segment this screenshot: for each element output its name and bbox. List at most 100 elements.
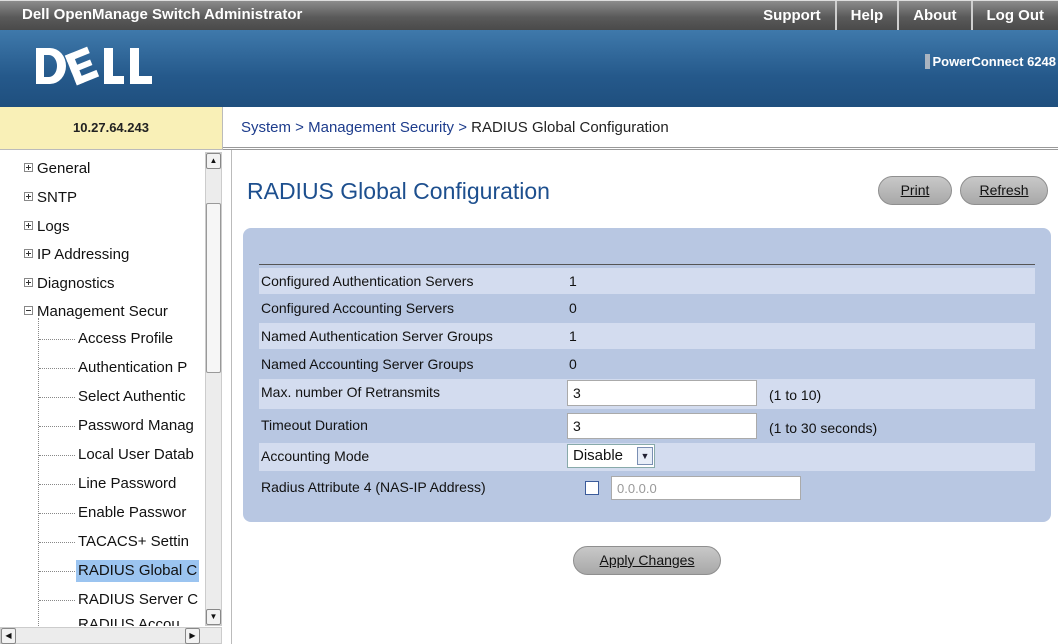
support-link[interactable]: Support: [749, 1, 835, 31]
field-label: Max. number Of Retransmits: [261, 384, 440, 400]
chevron-down-icon[interactable]: ▼: [637, 447, 653, 465]
field-value: 1: [569, 328, 577, 344]
max-retransmits-input[interactable]: [567, 380, 757, 406]
row-named-acct-groups: Named Accounting Server Groups 0: [259, 351, 1035, 377]
tree-branch-line: [39, 339, 75, 340]
tree-node-label: IP Addressing: [37, 246, 130, 263]
switch-ip-address: 10.27.64.243: [0, 107, 223, 150]
breadcrumb-current: RADIUS Global Configuration: [471, 119, 669, 136]
row-accounting-mode: Accounting Mode Disable ▼: [259, 443, 1035, 471]
product-name: PowerConnect 6248: [925, 54, 1056, 69]
nas-ip-checkbox[interactable]: [585, 481, 599, 495]
expand-plus-icon[interactable]: [24, 277, 33, 287]
tree-branch-line: [39, 571, 75, 572]
field-value: 1: [569, 273, 577, 289]
page-title: RADIUS Global Configuration: [247, 178, 550, 204]
print-button[interactable]: Print: [878, 176, 952, 205]
top-links: Support Help About Log Out: [749, 1, 1058, 31]
tree-branch-line: [39, 368, 75, 369]
tree-item-radius-global-config[interactable]: RADIUS Global C: [76, 560, 200, 582]
expand-plus-icon[interactable]: [24, 191, 33, 201]
settings-panel: Configured Authentication Servers 1 Conf…: [243, 228, 1051, 522]
breadcrumb-bar: System > Management Security > RADIUS Gl…: [223, 107, 1058, 150]
breadcrumb-management-security[interactable]: Management Security: [308, 119, 454, 136]
expand-plus-icon[interactable]: [24, 248, 33, 258]
tree-branch-line: [39, 600, 75, 601]
tree-node-label: General: [37, 160, 91, 177]
field-label: Radius Attribute 4 (NAS-IP Address): [261, 479, 486, 495]
tree-node-ip-addressing[interactable]: IP Addressing: [24, 244, 129, 266]
app-window: Dell OpenManage Switch Administrator Sup…: [0, 0, 1058, 644]
field-label: Configured Accounting Servers: [261, 300, 454, 316]
range-hint: (1 to 10): [769, 387, 822, 403]
tree-guide-line: [38, 318, 39, 626]
tree-item-enable-password[interactable]: Enable Passwor: [78, 502, 186, 524]
tree-node-diagnostics[interactable]: Diagnostics: [24, 273, 115, 295]
expand-plus-icon[interactable]: [24, 220, 33, 230]
logout-link[interactable]: Log Out: [970, 1, 1058, 31]
tree-item-tacacs-settings[interactable]: TACACS+ Settin: [78, 531, 189, 553]
row-configured-acct-servers: Configured Accounting Servers 0: [259, 295, 1035, 321]
row-timeout-duration: Timeout Duration (1 to 30 seconds): [259, 412, 1035, 442]
breadcrumb-separator: >: [454, 119, 472, 136]
field-label: Named Authentication Server Groups: [261, 328, 493, 344]
tree-node-label: Diagnostics: [37, 275, 115, 292]
tree-branch-line: [39, 455, 75, 456]
apply-changes-button[interactable]: Apply Changes: [573, 546, 721, 575]
tree-item-select-authentication[interactable]: Select Authentic: [78, 386, 186, 408]
top-bar: Dell OpenManage Switch Administrator Sup…: [0, 0, 1058, 31]
breadcrumb-system[interactable]: System: [241, 119, 291, 136]
scroll-down-arrow-icon[interactable]: ▼: [206, 609, 221, 625]
tree-item-radius-accounting[interactable]: RADIUS Accou: [78, 614, 180, 626]
tree-item-password-management[interactable]: Password Manag: [78, 415, 194, 437]
row-max-retransmits: Max. number Of Retransmits (1 to 10): [259, 379, 1035, 409]
timeout-duration-input[interactable]: [567, 413, 757, 439]
scroll-left-arrow-icon[interactable]: ◀: [1, 628, 16, 644]
tree-node-logs[interactable]: Logs: [24, 216, 70, 238]
accounting-mode-value: Disable: [573, 447, 624, 464]
nav-tree: General SNTP Logs IP Addressing Diagnost…: [0, 150, 206, 626]
field-label: Accounting Mode: [261, 448, 370, 464]
scroll-up-arrow-icon[interactable]: ▲: [206, 153, 221, 169]
field-value: 0: [569, 356, 577, 372]
about-link[interactable]: About: [897, 1, 970, 31]
tree-branch-line: [39, 542, 75, 543]
sidebar-horizontal-scrollbar[interactable]: ◀ ▶: [0, 627, 222, 644]
dell-logo: [36, 46, 152, 86]
row-radius-attribute-4: Radius Attribute 4 (NAS-IP Address) 0.0.…: [259, 474, 1035, 504]
expand-plus-icon[interactable]: [24, 162, 33, 172]
breadcrumb: System > Management Security > RADIUS Gl…: [241, 119, 669, 136]
tree-node-sntp[interactable]: SNTP: [24, 187, 77, 209]
tree-node-general[interactable]: General: [24, 158, 90, 180]
scroll-thumb[interactable]: [206, 203, 221, 373]
field-label: Named Accounting Server Groups: [261, 356, 474, 372]
field-label: Timeout Duration: [261, 417, 368, 433]
tree-item-line-password[interactable]: Line Password: [78, 473, 176, 495]
row-named-auth-groups: Named Authentication Server Groups 1: [259, 323, 1035, 349]
sidebar: General SNTP Logs IP Addressing Diagnost…: [0, 150, 232, 644]
tree-branch-line: [39, 397, 75, 398]
range-hint: (1 to 30 seconds): [769, 420, 878, 436]
refresh-button[interactable]: Refresh: [960, 176, 1048, 205]
tree-item-access-profile[interactable]: Access Profile: [78, 328, 173, 350]
field-value: 0: [569, 300, 577, 316]
tree-node-management-security[interactable]: Management Secur: [24, 301, 168, 323]
sidebar-vertical-scrollbar[interactable]: ▲ ▼: [205, 152, 222, 626]
panel-divider: [259, 264, 1035, 265]
tree-item-local-user-database[interactable]: Local User Datab: [78, 444, 194, 466]
tree-node-label: Logs: [37, 218, 70, 235]
scroll-right-arrow-icon[interactable]: ▶: [185, 628, 200, 644]
tree-branch-line: [39, 484, 75, 485]
tree-node-label: Management Secur: [37, 303, 168, 320]
tree-item-radius-server-config[interactable]: RADIUS Server C: [78, 589, 198, 611]
help-link[interactable]: Help: [834, 1, 898, 31]
accounting-mode-select[interactable]: Disable ▼: [567, 444, 655, 468]
tree-node-label: SNTP: [37, 189, 78, 206]
tree-item-authentication-profile[interactable]: Authentication P: [78, 357, 187, 379]
field-label: Configured Authentication Servers: [261, 273, 474, 289]
collapse-minus-icon[interactable]: [24, 305, 33, 315]
nas-ip-address-input[interactable]: 0.0.0.0: [611, 476, 801, 500]
row-configured-auth-servers: Configured Authentication Servers 1: [259, 268, 1035, 294]
tree-branch-line: [39, 426, 75, 427]
tree-branch-line: [39, 513, 75, 514]
